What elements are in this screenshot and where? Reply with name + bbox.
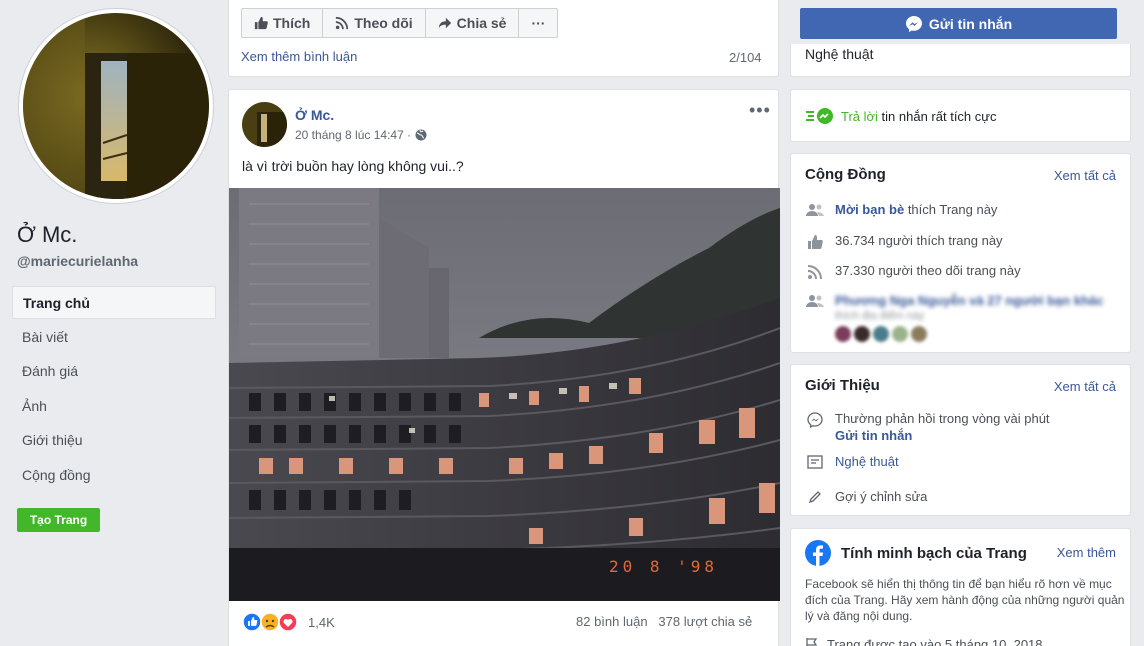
comments-count-link[interactable]: 82 bình luận [576,614,648,629]
thumbs-up-icon [808,235,823,249]
follows-row: 37.330 người theo dõi trang này [805,263,1021,280]
friend-avatar[interactable] [911,326,927,342]
see-more-comments-link[interactable]: Xem thêm bình luận [241,49,357,64]
friend-avatar[interactable] [835,326,851,342]
share-arrow-icon [438,17,451,29]
follows-count-text: 37.330 người theo dõi trang này [835,263,1021,278]
globe-icon [415,129,427,141]
rss-icon [807,265,822,280]
reaction-icons [242,612,298,632]
category-tag-icon [807,455,823,469]
transparency-card: Tính minh bạch của Trang Xem thêm Facebo… [790,528,1131,646]
facebook-logo-icon [805,540,831,566]
friends-like-sub: thích địa điểm này [835,310,925,322]
nav-item-posts[interactable]: Bài viết [12,321,216,354]
reaction-count: 1,4K [308,614,335,630]
more-options-button[interactable]: ··· [519,9,557,37]
rss-icon [336,16,349,30]
community-title: Cộng Đồng [805,166,886,183]
post-timestamp[interactable]: 20 tháng 8 lúc 14:47 · [295,128,427,142]
category-top[interactable]: Nghệ thuật [805,46,874,62]
more-dots-icon: ··· [531,15,546,31]
invite-friends-icon [806,204,824,216]
pencil-icon [808,491,821,504]
post-author-name[interactable]: Ở Mc. [295,107,334,123]
send-message-button[interactable]: Gửi tin nhắn [800,8,1117,39]
response-time-text: Thường phản hồi trong vòng vài phút [835,411,1050,426]
post-stats: 82 bình luận 378 lượt chia sẻ [576,614,752,629]
nav-item-reviews[interactable]: Đánh giá [12,355,216,388]
response-time-row: Thường phản hồi trong vòng vài phút Gửi … [805,411,1050,443]
follow-label: Theo dõi [354,15,413,31]
likes-row: 36.734 người thích trang này [805,233,1003,250]
responsive-green-text: Trả lời [841,108,878,124]
post-photo[interactable]: 20 8 '98 [229,188,780,601]
fast-messenger-icon [806,108,833,124]
responsiveness-card: Trả lời tin nhắn rất tích cực [790,89,1131,142]
category-link[interactable]: Nghệ thuật [835,454,899,469]
friends-like-text[interactable]: Phương Nga Nguyễn và 27 người bạn khác [835,293,1103,308]
about-send-message-link[interactable]: Gửi tin nhắn [835,428,1050,443]
nav-item-community[interactable]: Cộng đồng [12,459,216,492]
shares-count-link[interactable]: 378 lượt chia sẻ [658,614,752,629]
about-card: Giới Thiệu Xem tất cả Thường phản hồi tr… [790,364,1131,516]
like-page-button[interactable]: Thích [242,9,324,37]
suggest-edit-row: Gợi ý chỉnh sửa [805,489,927,504]
share-label: Chia sẻ [456,15,507,31]
friends-icon [806,295,824,307]
invite-friends-link[interactable]: Mời bạn bè [835,202,904,217]
transparency-title: Tính minh bạch của Trang [841,545,1027,562]
follow-page-button[interactable]: Theo dõi [323,9,426,37]
create-page-button[interactable]: Tạo Trang [17,508,100,532]
thumbs-up-icon [254,16,268,30]
share-page-button[interactable]: Chia sẻ [426,9,520,37]
responsive-rest-text: tin nhắn rất tích cực [877,108,997,124]
post-author-avatar[interactable] [242,102,287,147]
page-created-row: Trang được tạo vào 5 tháng 10, 2018 [805,637,1043,646]
transparency-see-more-link[interactable]: Xem thêm [1057,545,1116,560]
like-label: Thích [273,15,311,31]
page-action-bar: Thích Theo dõi Chia sẻ ··· [241,8,559,38]
post-time-text: 20 tháng 8 lúc 14:47 · [295,128,412,142]
flag-icon [806,638,818,646]
comment-counter: 2/104 [729,50,762,65]
community-see-all-link[interactable]: Xem tất cả [1054,168,1116,183]
invite-friends-rest: thích Trang này [904,202,998,217]
photo-date-stamp: 20 8 '98 [609,557,718,576]
reaction-summary[interactable]: 1,4K [242,612,335,632]
invite-friends-row: Mời bạn bè thích Trang này [805,202,997,217]
friend-avatars[interactable] [835,326,1103,342]
page-name: Ở Mc. [17,222,78,247]
nav-item-photos[interactable]: Ảnh [12,390,216,423]
avatar-image [23,13,209,199]
likes-count-text: 36.734 người thích trang này [835,233,1003,248]
post-options-icon[interactable]: ••• [749,100,771,121]
nav-item-home[interactable]: Trang chủ [12,286,216,319]
nav-item-about[interactable]: Giới thiệu [12,424,216,457]
about-title: Giới Thiệu [805,377,880,394]
messenger-icon [905,15,922,32]
post-card: Ở Mc. 20 tháng 8 lúc 14:47 · ••• là vì t… [228,89,780,646]
friends-like-row: Phương Nga Nguyễn và 27 người bạn khác t… [805,293,1103,342]
page-avatar[interactable] [18,8,214,204]
friend-avatar[interactable] [854,326,870,342]
post-text: là vì trời buồn hay lòng không vui..? [242,158,464,174]
community-card: Cộng Đồng Xem tất cả Mời bạn bè thích Tr… [790,153,1131,353]
page-created-text: Trang được tạo vào 5 tháng 10, 2018 [827,637,1043,646]
about-see-all-link[interactable]: Xem tất cả [1054,379,1116,394]
category-row: Nghệ thuật [805,454,899,469]
suggest-edit-link[interactable]: Gợi ý chỉnh sửa [835,489,927,504]
page-nav: Trang chủ Bài viết Đánh giá Ảnh Giới thi… [12,286,216,493]
friend-avatar[interactable] [873,326,889,342]
previous-about-card: Nghệ thuật [790,44,1131,77]
send-message-label: Gửi tin nhắn [928,15,1013,32]
page-handle[interactable]: @mariecurielanha [17,253,138,269]
friend-avatar[interactable] [892,326,908,342]
transparency-description: Facebook sẽ hiển thị thông tin để bạn hi… [805,577,1125,623]
messenger-outline-icon [807,412,823,428]
